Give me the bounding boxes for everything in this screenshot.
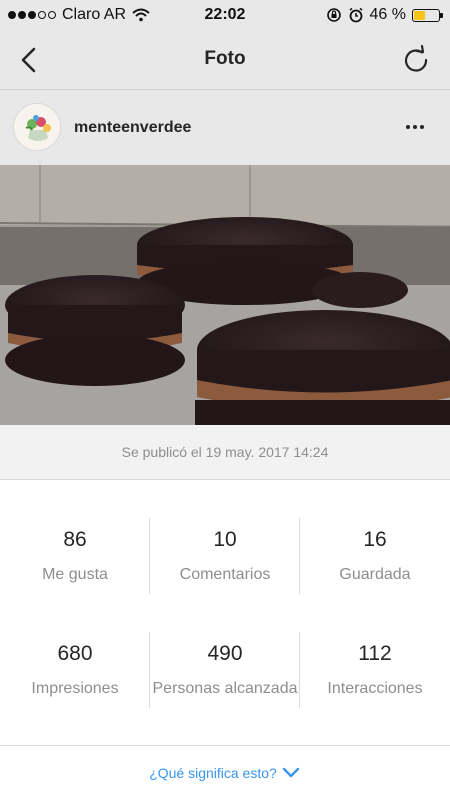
alarm-icon bbox=[349, 7, 363, 23]
chevron-down-icon bbox=[282, 767, 300, 777]
more-options-button[interactable] bbox=[406, 119, 430, 135]
ellipsis-icon bbox=[406, 125, 410, 129]
orientation-lock-icon bbox=[326, 8, 341, 22]
stats-grid: 86 Me gusta 10 Comentarios 16 Guardada 6… bbox=[0, 480, 450, 745]
status-bar: Claro AR 22:02 46 % bbox=[0, 0, 450, 30]
battery-icon bbox=[412, 8, 443, 22]
stat-value: 10 bbox=[213, 528, 237, 551]
divider bbox=[299, 518, 300, 594]
divider bbox=[149, 632, 150, 708]
stat-interactions: 112 Interacciones bbox=[300, 642, 450, 698]
avatar[interactable] bbox=[13, 103, 61, 151]
page-title: Foto bbox=[204, 48, 246, 69]
stat-value: 490 bbox=[207, 642, 243, 665]
nav-bar: Foto bbox=[0, 30, 450, 90]
photo-image bbox=[0, 165, 450, 425]
stat-likes: 86 Me gusta bbox=[0, 528, 150, 584]
avatar-image bbox=[14, 104, 60, 150]
published-date: Se publicó el 19 may. 2017 14:24 bbox=[0, 425, 450, 480]
stat-saved: 16 Guardada bbox=[300, 528, 450, 584]
stat-label: Interacciones bbox=[327, 680, 423, 697]
stat-label: Impresiones bbox=[31, 680, 119, 697]
battery-fill bbox=[414, 10, 426, 20]
refresh-button[interactable] bbox=[400, 44, 432, 76]
stat-label: Guardada bbox=[339, 566, 411, 583]
stat-label: Personas alcanzada bbox=[152, 680, 298, 697]
post-photo[interactable] bbox=[0, 165, 450, 425]
stat-label: Me gusta bbox=[42, 566, 108, 583]
divider bbox=[299, 632, 300, 708]
stat-value: 16 bbox=[363, 528, 387, 551]
stat-value: 86 bbox=[63, 528, 87, 551]
stat-reach: 490 Personas alcanzada bbox=[150, 642, 300, 698]
stat-value: 680 bbox=[57, 642, 93, 665]
stat-comments: 10 Comentarios bbox=[150, 528, 300, 584]
post-header: menteenverdee bbox=[0, 91, 450, 165]
stat-label: Comentarios bbox=[179, 566, 271, 583]
stat-impressions: 680 Impresiones bbox=[0, 642, 150, 698]
username[interactable]: menteenverdee bbox=[74, 119, 191, 137]
refresh-icon bbox=[404, 44, 428, 72]
status-right: 46 % bbox=[326, 6, 443, 24]
help-bar[interactable]: ¿Qué significa esto? bbox=[0, 745, 450, 799]
stat-value: 112 bbox=[358, 642, 392, 665]
help-link[interactable]: ¿Qué significa esto? bbox=[149, 765, 277, 781]
divider bbox=[149, 518, 150, 594]
battery-percent: 46 % bbox=[369, 6, 406, 23]
